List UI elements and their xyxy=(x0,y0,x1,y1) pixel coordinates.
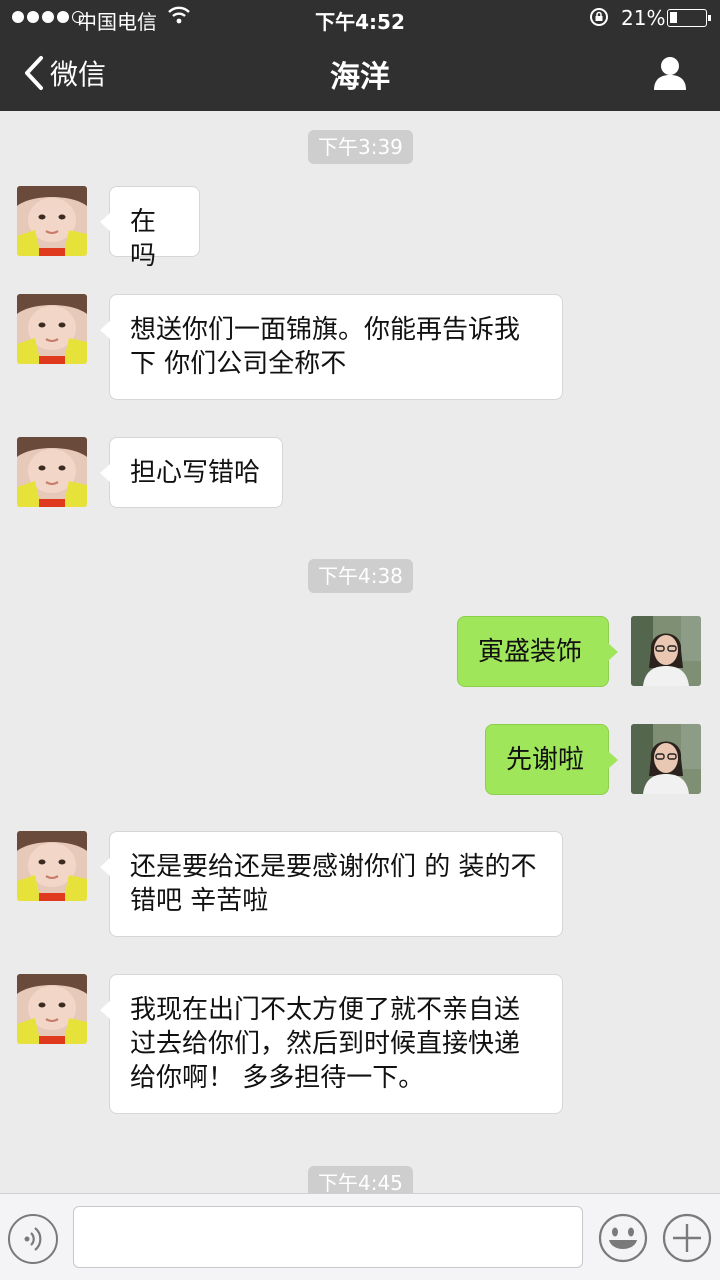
emoji-icon[interactable] xyxy=(598,1213,648,1263)
rotation-lock-icon xyxy=(590,8,608,26)
timestamp: 下午4:45 xyxy=(308,1166,413,1193)
person-icon[interactable] xyxy=(652,56,688,90)
chat-area[interactable]: 下午3:39 在吗 想送你们一面锦旗。你能再告诉我下 你们公司全称不 担心写错哈… xyxy=(0,111,720,1193)
contact-avatar[interactable] xyxy=(17,186,87,256)
status-time: 下午4:52 xyxy=(315,10,405,34)
plus-icon[interactable] xyxy=(662,1213,712,1263)
battery-percent: 21% xyxy=(621,6,666,30)
timestamp: 下午4:38 xyxy=(308,559,413,593)
chat-title: 海洋 xyxy=(330,60,390,95)
input-bar xyxy=(0,1193,720,1280)
voice-icon xyxy=(24,1227,42,1251)
message-bubble-incoming[interactable]: 在吗 xyxy=(100,186,200,271)
contact-avatar[interactable] xyxy=(17,974,87,1044)
message-bubble-outgoing[interactable]: 先谢啦 xyxy=(485,724,618,795)
message-bubble-incoming[interactable]: 想送你们一面锦旗。你能再告诉我下 你们公司全称不 xyxy=(100,294,563,400)
battery-icon xyxy=(667,9,711,27)
self-avatar[interactable] xyxy=(631,616,701,686)
contact-avatar[interactable] xyxy=(17,437,87,507)
contact-avatar[interactable] xyxy=(17,831,87,901)
message-bubble-incoming[interactable]: 担心写错哈 xyxy=(100,437,283,508)
voice-button[interactable] xyxy=(8,1214,58,1264)
top-bar: 中国电信 下午4:52 21% 微信 海洋 xyxy=(0,0,720,111)
message-input[interactable] xyxy=(73,1206,583,1268)
message-bubble-outgoing[interactable]: 寅盛装饰 xyxy=(457,616,618,687)
timestamp: 下午3:39 xyxy=(308,130,413,164)
message-bubble-incoming[interactable]: 我现在出门不太方便了就不亲自送过去给你们，然后到时候直接快递给你啊！ 多多担待一… xyxy=(100,974,563,1114)
contact-avatar[interactable] xyxy=(17,294,87,364)
self-avatar[interactable] xyxy=(631,724,701,794)
message-bubble-incoming[interactable]: 还是要给还是要感谢你们 的 装的不错吧 辛苦啦 xyxy=(100,831,563,937)
status-bar: 中国电信 下午4:52 21% xyxy=(0,0,720,36)
